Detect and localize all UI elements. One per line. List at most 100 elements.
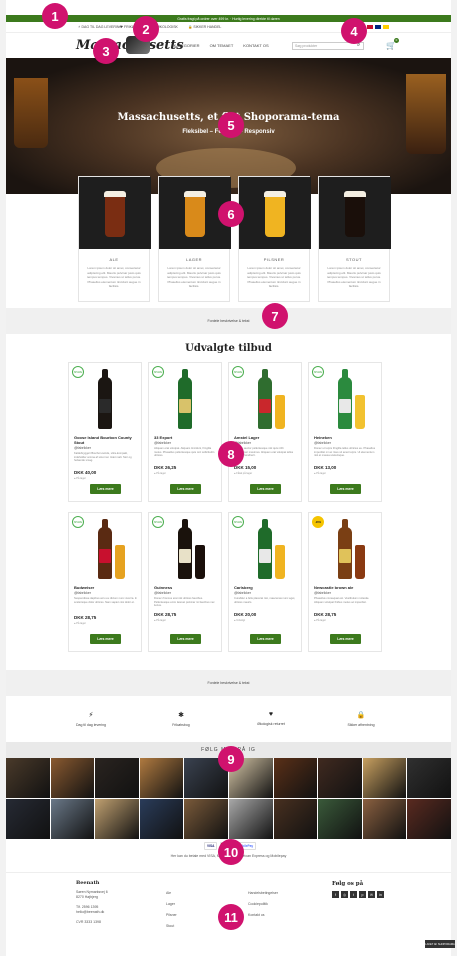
facebook-icon[interactable]: f [332,891,339,898]
footer-link[interactable]: Stout [166,921,177,932]
product-card[interactable]: SPARE Carlsberg @fabrikker Curabitur a feli… [228,512,302,652]
benefits-strip: Fordele beskrivelse & tekst [6,308,451,334]
annotation-badge: 5 [218,112,244,138]
home-icon[interactable]: ⌂ [160,42,164,48]
instagram-photo[interactable] [6,799,50,839]
product-card[interactable]: SPARE Budweiser @fabrikker Suspendisse dapi… [68,512,142,652]
product-card[interactable]: SPARE Guinness @fabrikker Donec rhoncus era… [148,512,222,652]
usp-row: ⚡ Dag til dag levering ✱ Frikøbsbog ♥ Økolo… [6,705,451,741]
read-more-button[interactable]: Læs mere [330,634,361,644]
read-more-button[interactable]: Læs mere [170,484,201,494]
info-item-delivery[interactable]: ⚡ DAG TIL DAG LEVERING [78,25,122,29]
flag-icon[interactable] [375,25,381,29]
product-card[interactable]: SPARE Heineken @fabrikker Donec ut turpis f… [308,362,382,502]
beer-glass-image [195,545,205,579]
instagram-photo[interactable] [50,799,95,839]
annotation-badge: 2 [133,16,159,42]
product-name[interactable]: Heineken [314,435,378,440]
read-more-button[interactable]: Læs mere [250,634,281,644]
category-card-pilsner[interactable]: PILSNER Lorem ipsum dolor sit amet, cons… [238,176,311,302]
instagram-photo[interactable] [95,758,139,798]
beer-bottle-image [338,519,352,579]
product-price: DKK 15,00 [234,465,257,471]
instagram-photo[interactable] [228,799,273,839]
category-photo [239,177,311,249]
product-name[interactable]: Guinness [154,585,218,590]
category-card-ale[interactable]: ALE Lorem ipsum dolor sit amet, consecte… [78,176,151,302]
info-label: SIKKER HANDEL [193,25,222,29]
instagram-photo[interactable] [318,758,362,798]
benefits-strip: Fordele beskrivelse & tekst [6,670,451,696]
mail-icon[interactable]: ✉ [368,891,375,898]
footer-links-info: Handelsbetingelser Cookiepolitik Kontakt… [248,888,278,921]
linkedin-icon[interactable]: in [377,891,384,898]
product-tag-badge: SPARE [72,516,84,528]
instagram-icon[interactable]: ◎ [341,891,348,898]
product-brand: @fabrikker [234,591,251,595]
product-card[interactable]: SPARE Amstel Lager @fabrikker Aenean auctor… [228,362,302,502]
product-name[interactable]: Goose Island Bourbon County Stout [74,435,138,445]
footer-link[interactable]: Lager [166,899,177,910]
product-card[interactable]: SPARE 33 Export @fabrikker Aliquam erat vol… [148,362,222,502]
annotation-badge: 6 [218,201,244,227]
twitter-icon[interactable]: t [350,891,357,898]
info-bar: ⚡ DAG TIL DAG LEVERING ❤ FRIKØBSBOK ♥ ØK… [6,23,451,32]
product-name[interactable]: Carlsberg [234,585,298,590]
instagram-photo[interactable] [6,758,50,798]
product-price: DKK 28,75 [154,611,177,617]
product-name[interactable]: 33 Export [154,435,218,440]
page: Gratis fragt på ordrer over 499 kr. · Hu… [6,0,451,956]
read-more-button[interactable]: Læs mere [90,484,121,494]
usp-label: Frikøbsbog [172,723,190,727]
instagram-photo[interactable] [362,799,407,839]
flag-icon[interactable] [367,25,373,29]
product-stock-status: ● Udsolgt [234,618,246,622]
product-card[interactable]: -20% Newcastle brown ale @fabrikker Phasell… [308,512,382,652]
language-flags[interactable] [367,25,389,29]
read-more-button[interactable]: Læs mere [90,634,121,644]
credit-badge[interactable]: LAVET AF SHOPORAMA [425,940,455,948]
beer-bottle-image [338,369,352,429]
instagram-photo[interactable] [407,758,451,798]
payment-card-logo: VISA [204,842,218,850]
footer-link[interactable]: Handelsbetingelser [248,888,278,899]
nav-item-about[interactable]: OM TEMAET [210,43,234,48]
category-text: Lorem ipsum dolor sit amet, consectetur … [167,266,221,288]
category-card-stout[interactable]: STOUT Lorem ipsum dolor sit amet, consec… [318,176,391,302]
read-more-button[interactable]: Læs mere [170,634,201,644]
instagram-photo[interactable] [139,758,184,798]
instagram-photo[interactable] [318,799,362,839]
instagram-photo[interactable] [273,758,318,798]
category-card-lager[interactable]: LAGER Lorem ipsum dolor sit amet, consec… [158,176,231,302]
info-item-secure[interactable]: 🔒 SIKKER HANDEL [188,25,221,29]
footer-link[interactable]: Pilsner [166,910,177,921]
product-name[interactable]: Budweiser [74,585,138,590]
footer-link[interactable]: Cookiepolitik [248,899,278,910]
bottle-label [99,549,111,563]
nav-item-contact[interactable]: KONTAKT OS [243,43,268,48]
read-more-button[interactable]: Læs mere [250,484,281,494]
flag-icon[interactable] [383,25,389,29]
product-brand: @fabrikker [314,441,331,445]
read-more-button[interactable]: Læs mere [330,484,361,494]
instagram-photo[interactable] [407,799,451,839]
lock-icon: 🔒 [356,712,366,719]
footer-email[interactable]: hello@beenath.dk [76,910,108,915]
product-stock-status: ● På lager [74,622,86,626]
instagram-photo[interactable] [273,799,318,839]
instagram-photo[interactable] [139,799,184,839]
instagram-photo[interactable] [184,799,228,839]
instagram-photo[interactable] [50,758,95,798]
product-card[interactable]: SPARE Goose Island Bourbon County Stout @f… [68,362,142,502]
beer-glass-image [355,395,365,429]
footer-link[interactable]: Kontakt os [248,910,278,921]
product-name[interactable]: Amstel Lager [234,435,298,440]
instagram-photo[interactable] [95,799,139,839]
footer-link[interactable]: Ale [166,888,177,899]
social-icons: f ◎ t p ✉ in [332,891,384,898]
pinterest-icon[interactable]: p [359,891,366,898]
instagram-photo[interactable] [362,758,407,798]
usp-item: ⚡ Dag til dag levering [46,711,136,727]
nav-item-categories[interactable]: KATEGORIER [174,43,200,48]
product-name[interactable]: Newcastle brown ale [314,585,378,590]
